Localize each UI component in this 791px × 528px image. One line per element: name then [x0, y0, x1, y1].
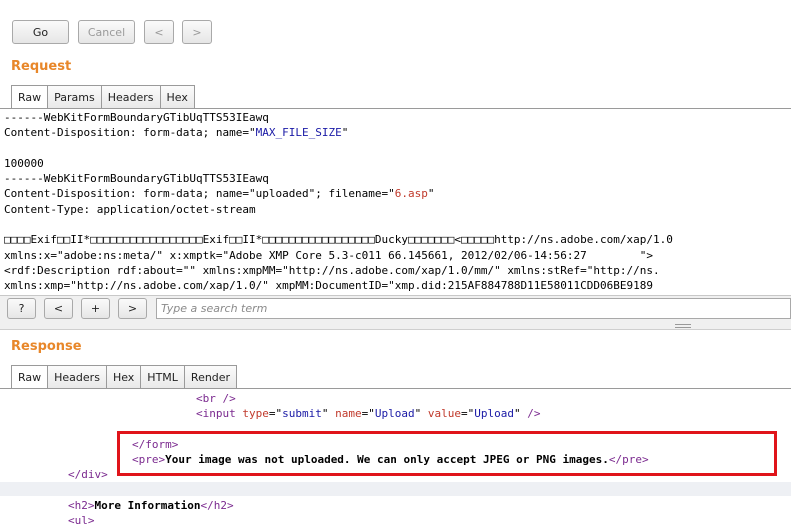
request-editor[interactable]: ------WebKitFormBoundaryGTibUqTTS53IEawq… [0, 110, 791, 294]
code-line: xmlns:x="adobe:ns:meta/" x:xmptk="Adobe … [4, 248, 654, 262]
code-line: ------WebKitFormBoundaryGTibUqTTS53IEawq [4, 111, 269, 124]
code-text: <ul> [68, 514, 95, 528]
code-text: =" [361, 407, 375, 421]
code-line: <ul> [0, 513, 791, 528]
search-add-button[interactable]: + [81, 298, 110, 319]
code-text: =" [460, 407, 475, 421]
cancel-button[interactable]: Cancel [78, 20, 135, 44]
code-highlight: 6.asp [394, 187, 428, 201]
code-text: " [427, 187, 435, 201]
code-text: More Information [94, 499, 201, 513]
tab-headers[interactable]: Headers [100, 85, 161, 109]
code-text: </div> [68, 468, 108, 482]
code-line: ------WebKitFormBoundaryGTibUqTTS53IEawq [4, 172, 269, 186]
tab-hex[interactable]: Hex [159, 85, 195, 109]
code-line: 100000 [4, 156, 44, 170]
code-value: Upload [374, 407, 415, 421]
code-text: /> [527, 407, 541, 421]
code-value: Upload [474, 407, 514, 421]
code-highlight: MAX_FILE_SIZE [255, 126, 342, 140]
request-search-bar: ? < + > Type a search term [0, 295, 791, 324]
response-title: Response [11, 339, 82, 354]
go-button[interactable]: Go [12, 20, 69, 44]
search-prev-button[interactable]: < [44, 298, 73, 319]
code-text: </h2> [200, 499, 234, 513]
code-attr: value [427, 407, 461, 421]
code-text: " [513, 407, 528, 421]
tab-headers[interactable]: Headers [47, 365, 107, 389]
code-line: xmlns:xmp="http://ns.adobe.com/xap/1.0/"… [4, 279, 654, 293]
code-text: <input [196, 407, 243, 421]
code-attr: type [242, 407, 269, 421]
tab-raw[interactable]: Raw [11, 85, 49, 109]
request-tab-divider [0, 108, 791, 109]
code-text: <h2> [68, 499, 95, 513]
tab-params[interactable]: Params [47, 85, 102, 109]
code-value: submit [282, 407, 322, 421]
search-next-button[interactable]: > [118, 298, 147, 319]
code-text: Content-Disposition: form-data; name="up… [4, 187, 395, 201]
tab-hex[interactable]: Hex [105, 365, 142, 389]
code-line: Content-Disposition: form-data; name="up… [0, 186, 791, 201]
splitter-grip-icon[interactable] [675, 324, 691, 328]
pane-splitter[interactable] [0, 323, 791, 330]
code-text: <br /> [196, 392, 236, 405]
code-text: " [321, 407, 336, 421]
back-button[interactable]: < [144, 20, 174, 44]
code-line: <input type="submit" name="Upload" value… [0, 406, 791, 421]
code-text: Content-Disposition: form-data; name=" [4, 126, 256, 140]
help-button[interactable]: ? [7, 298, 36, 319]
response-tab-divider [0, 388, 791, 389]
tab-raw[interactable]: Raw [11, 365, 49, 389]
code-text: " [341, 126, 349, 140]
tab-render[interactable]: Render [183, 365, 238, 389]
forward-button[interactable]: > [182, 20, 212, 44]
search-input[interactable]: Type a search term [156, 298, 791, 319]
code-line: □□□□Exif□□II*□□□□□□□□□□□□□□□□□Exif□□II*□… [4, 233, 673, 247]
code-line: <br /> [0, 391, 791, 406]
code-line: Content-Disposition: form-data; name="MA… [0, 125, 791, 140]
code-line: <h2>More Information</h2> [0, 498, 791, 513]
toolbar: Go Cancel < > [0, 0, 791, 50]
code-attr: name [335, 407, 362, 421]
response-tabs: Raw Headers Hex HTML Render [11, 365, 238, 389]
code-line: <rdf:Description rdf:about="" xmlns:xmpM… [4, 263, 660, 277]
request-tabs: Raw Params Headers Hex [11, 85, 195, 109]
code-text: " [414, 407, 428, 421]
error-highlight-box [117, 431, 777, 476]
request-title: Request [11, 59, 72, 74]
code-text: =" [268, 407, 283, 421]
code-line: Content-Type: application/octet-stream [4, 202, 256, 216]
tab-html[interactable]: HTML [140, 365, 185, 389]
